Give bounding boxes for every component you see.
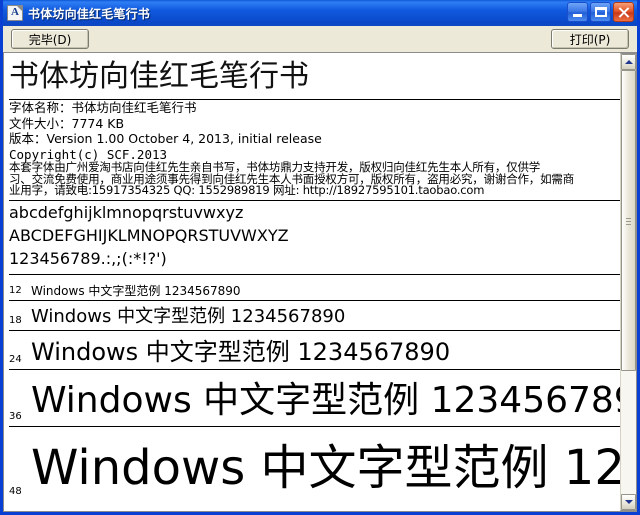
title-bar: 书体坊向佳红毛笔行书 [3, 0, 637, 26]
sample-text: Windows 中文字型范例 1234567890 [31, 305, 346, 327]
sample-text: Windows 中文字型范例 1234567890 [31, 337, 451, 366]
sample-row: 48 Windows 中文字型范例 1234567890 [9, 427, 620, 501]
font-viewer-window: 书体坊向佳红毛笔行书 完毕(D) 打印(P) 书体坊向佳红毛笔行书 字体名称：书… [0, 0, 640, 515]
charset-digits: 123456789.:,;(:*!?') [9, 248, 167, 268]
sample-row: 36 Windows 中文字型范例 1234567890 [9, 370, 620, 426]
description-line-3: 业用字，请致电:15917354325 QQ: 1552989819 网址: h… [9, 183, 485, 197]
font-name-heading: 书体坊向佳红毛笔行书 [9, 59, 309, 94]
sample-size-label: 48 [9, 485, 22, 497]
minimize-icon [568, 3, 587, 21]
sample-row: 24 Windows 中文字型范例 1234567890 [9, 331, 620, 369]
scroll-down-arrow[interactable] [621, 494, 636, 510]
vertical-scrollbar[interactable] [620, 53, 637, 511]
sample-size-label: 24 [9, 353, 22, 365]
scrollbar-track[interactable] [621, 70, 636, 494]
font-file-icon [7, 5, 23, 21]
charset-uppercase: ABCDEFGHIJKLMNOPQRSTUVWXYZ [9, 225, 289, 245]
sample-size-label: 18 [9, 314, 22, 326]
sample-row: 12 Windows 中文字型范例 1234567890 [9, 278, 620, 300]
minimize-button[interactable] [567, 2, 588, 22]
close-icon [614, 3, 633, 21]
meta-file-size: 文件大小：7774 KB [9, 115, 125, 131]
sample-rows: 12 Windows 中文字型范例 1234567890 18 Windows … [9, 275, 620, 501]
meta-font-name: 字体名称：书体坊向佳红毛笔行书 [9, 100, 197, 115]
sample-text: Windows 中文字型范例 1234567890 [31, 439, 620, 496]
sample-text: Windows 中文字型范例 1234567890 [31, 283, 241, 298]
done-button[interactable]: 完毕(D) [11, 29, 89, 49]
scrollbar-thumb[interactable] [621, 70, 636, 372]
close-button[interactable] [613, 2, 634, 22]
sample-text: Windows 中文字型范例 1234567890 [31, 379, 620, 421]
sample-row: 18 Windows 中文字型范例 1234567890 [9, 301, 620, 330]
scroll-up-arrow[interactable] [621, 54, 636, 70]
print-button[interactable]: 打印(P) [551, 29, 629, 49]
maximize-icon [591, 3, 610, 21]
window-controls [567, 2, 634, 22]
meta-version: 版本：Version 1.00 October 4, 2013, initial… [9, 131, 322, 146]
charset-lowercase: abcdefghijklmnopqrstuvwxyz [9, 202, 244, 222]
preview-pane: 书体坊向佳红毛笔行书 字体名称：书体坊向佳红毛笔行书 文件大小：7774 KB … [3, 52, 637, 512]
font-preview-content: 书体坊向佳红毛笔行书 字体名称：书体坊向佳红毛笔行书 文件大小：7774 KB … [4, 53, 620, 511]
sample-size-label: 36 [9, 410, 22, 422]
maximize-button[interactable] [590, 2, 611, 22]
toolbar: 完毕(D) 打印(P) [3, 26, 637, 52]
window-title: 书体坊向佳红毛笔行书 [28, 6, 151, 21]
sample-size-label: 12 [9, 284, 22, 296]
